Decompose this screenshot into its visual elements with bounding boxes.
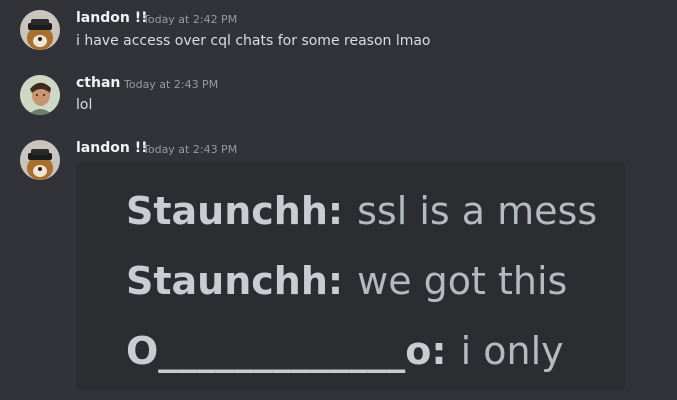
embed-line: O_____________o: i only (126, 329, 564, 373)
embed-nick: O_____________o (126, 329, 432, 373)
image-attachment[interactable]: Staunchh: ssl is a mess Staunchh: we got t… (76, 162, 626, 390)
person-avatar-icon[interactable] (20, 75, 60, 115)
embed-nick: Staunchh (126, 189, 328, 233)
dog-avatar-icon[interactable] (20, 140, 60, 180)
embed-nick: Staunchh (126, 259, 328, 303)
username[interactable]: landon !! (76, 140, 147, 156)
embed-line: Staunchh: ssl is a mess (126, 189, 598, 233)
username[interactable]: landon !! (76, 10, 147, 26)
dog-avatar-icon[interactable] (20, 10, 60, 50)
message-text: i have access over cql chats for some re… (76, 33, 431, 49)
timestamp: Today at 2:43 PM (124, 78, 219, 91)
username[interactable]: cthan (76, 75, 120, 91)
timestamp: Today at 2:43 PM (143, 143, 238, 156)
embed-text: i only (460, 329, 564, 373)
timestamp: Today at 2:42 PM (143, 13, 238, 26)
message-text: lol (76, 97, 93, 113)
embed-line: Staunchh: we got this (126, 259, 568, 303)
embed-text: we got this (357, 259, 568, 303)
embed-text: ssl is a mess (357, 189, 598, 233)
